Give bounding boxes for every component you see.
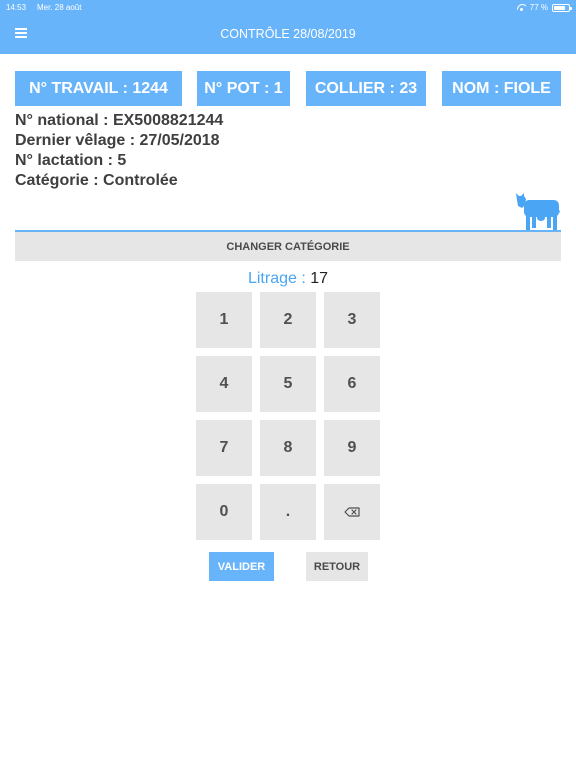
name-badge: NOM : FIOLE [442,71,561,106]
key-3[interactable]: 3 [324,292,380,348]
key-6[interactable]: 6 [324,356,380,412]
validate-button[interactable]: VALIDER [209,552,274,581]
backspace-button[interactable] [324,484,380,540]
battery-fill [554,5,565,10]
lactation-number: N° lactation : 5 [15,152,127,169]
national-number: N° national : EX5008821244 [15,112,224,129]
status-indicators: 77 % [517,3,572,12]
key-2[interactable]: 2 [260,292,316,348]
collar-badge: COLLIER : 23 [306,71,426,106]
wifi-icon [517,4,526,11]
key-8[interactable]: 8 [260,420,316,476]
key-4[interactable]: 4 [196,356,252,412]
key-7[interactable]: 7 [196,420,252,476]
back-button[interactable]: RETOUR [306,552,368,581]
category-value: Catégorie : Controlée [15,172,178,189]
work-number-badge: N° TRAVAIL : 1244 [15,71,182,106]
status-bar: 14:53 Mer. 28 août 77 % [0,0,576,14]
animal-details: N° national : EX5008821244 Dernier vêlag… [15,111,223,191]
key-5[interactable]: 5 [260,356,316,412]
screen: 14:53 Mer. 28 août 77 % CONTRÔLE 28/08/2… [0,0,576,768]
key-decimal[interactable]: . [260,484,316,540]
change-category-button[interactable]: CHANGER CATÉGORIE [15,232,561,261]
pot-number-badge: N° POT : 1 [197,71,290,106]
nav-bar: CONTRÔLE 28/08/2019 [0,14,576,54]
numeric-keypad: 1 2 3 4 5 6 7 8 9 0 . [196,292,380,540]
battery-percent: 77 % [529,3,548,12]
backspace-icon [344,507,360,517]
cow-icon [516,193,560,230]
battery-icon [552,3,572,12]
status-time: 14:53 [6,3,27,12]
last-calving-date: Dernier vêlage : 27/05/2018 [15,132,220,149]
key-0[interactable]: 0 [196,484,252,540]
page-title: CONTRÔLE 28/08/2019 [220,27,356,41]
key-1[interactable]: 1 [196,292,252,348]
litrage-value: 17 [310,270,329,287]
litrage-label: Litrage : [247,270,311,287]
key-9[interactable]: 9 [324,420,380,476]
status-date: Mer. 28 août [37,3,82,12]
litrage-display: Litrage : 17 [0,270,576,288]
